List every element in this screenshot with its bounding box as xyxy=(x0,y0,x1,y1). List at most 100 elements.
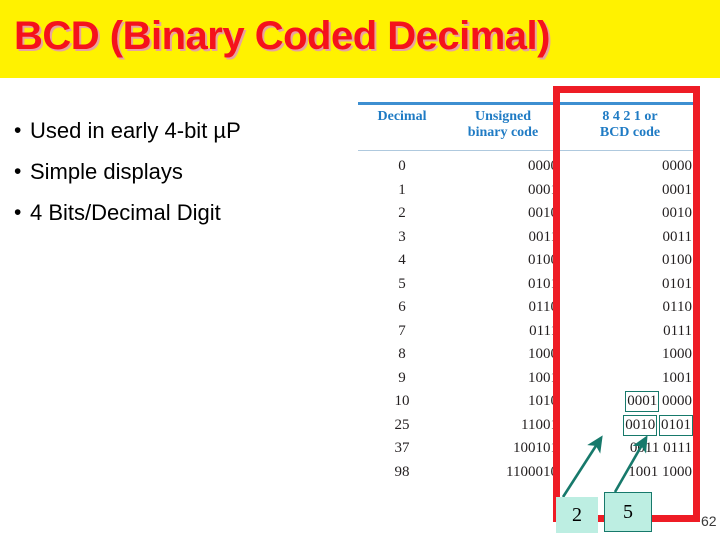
cell-unsigned-binary: 0001 xyxy=(528,181,558,198)
cell-decimal: 25 xyxy=(394,416,410,433)
cell-unsigned-binary: 0011 xyxy=(528,228,558,245)
cell-bcd: 0111 xyxy=(564,320,692,344)
bullet-dot-icon: • xyxy=(14,160,22,183)
table-row: 1 0001 0001 xyxy=(352,179,700,203)
bullet-dot-icon: • xyxy=(14,201,22,224)
table-body: 0 0000 0000 1 0001 0001 2 0010 0010 3 0011 0011 4 010… xyxy=(352,155,700,484)
cell-bcd: 0110 xyxy=(564,296,692,320)
table-top-rule xyxy=(358,102,694,105)
cell-bcd: 0101 xyxy=(564,273,692,297)
table-row: 8 1000 1000 xyxy=(352,343,700,367)
bcd-nibble: 0010 xyxy=(662,205,692,221)
cell-decimal: 8 xyxy=(398,346,406,362)
column-header-bcd-line1: 8 4 2 1 or xyxy=(602,109,658,124)
column-header-bcd-line2: BCD code xyxy=(599,125,661,140)
bcd-nibble: 0011 xyxy=(629,440,660,456)
table-row: 0 0000 0000 xyxy=(352,155,700,179)
bcd-nibble: 1000 xyxy=(662,346,692,362)
cell-bcd: 0011 xyxy=(564,226,692,250)
cell-unsigned-binary: 100101 xyxy=(513,440,558,456)
list-item: • Simple displays xyxy=(14,157,344,187)
table-row: 3 0011 0011 xyxy=(352,226,700,250)
bcd-nibble: 0000 xyxy=(662,393,692,409)
cell-unsigned-binary: 1010 xyxy=(528,393,558,409)
cell-bcd: 0001 0000 xyxy=(564,390,692,414)
list-item-label: Simple displays xyxy=(30,159,183,184)
table-row: 37 100101 0011 0111 xyxy=(352,437,700,461)
table-row: 25 11001 0010 0101 xyxy=(352,414,700,438)
cell-decimal: 6 xyxy=(398,299,406,315)
cell-unsigned-binary: 1000 xyxy=(528,346,558,362)
cell-decimal: 37 xyxy=(394,440,410,456)
callout-units-digit: 5 xyxy=(604,492,652,532)
cell-bcd: 1001 1000 xyxy=(564,461,692,485)
cell-bcd: 1001 xyxy=(564,367,692,391)
list-item: • Used in early 4-bit µP xyxy=(14,116,344,146)
cell-bcd: 0001 xyxy=(564,179,692,203)
cell-decimal: 7 xyxy=(398,322,406,339)
cell-bcd: 0000 xyxy=(564,155,692,179)
table-row: 7 0111 0111 xyxy=(352,320,700,344)
title-banner: BCD (Binary Coded Decimal) xyxy=(0,0,720,78)
bullet-dot-icon: • xyxy=(14,119,22,142)
column-header-unsigned-line1: Unsigned xyxy=(474,109,532,124)
cell-bcd: 1000 xyxy=(564,343,692,367)
cell-unsigned-binary: 0111 xyxy=(529,322,558,339)
list-item-label: 4 Bits/Decimal Digit xyxy=(30,200,221,225)
bcd-nibble: 1000 xyxy=(662,463,692,480)
bcd-nibble: 0100 xyxy=(662,252,692,268)
list-item-label: Used in early 4-bit µP xyxy=(30,118,241,143)
table-row: 2 0010 0010 xyxy=(352,202,700,226)
cell-decimal: 4 xyxy=(398,252,406,268)
cell-unsigned-binary: 0110 xyxy=(528,299,558,315)
bcd-nibble-highlighted: 0101 xyxy=(659,414,693,436)
callout-tens-digit: 2 xyxy=(556,497,598,533)
bcd-nibble-highlighted: 0010 xyxy=(623,414,658,436)
bcd-nibble: 0110 xyxy=(662,299,692,315)
cell-unsigned-binary: 0100 xyxy=(528,252,558,268)
slide-canvas: BCD (Binary Coded Decimal) • Used in ear… xyxy=(0,0,720,540)
cell-bcd: 0010 0101 xyxy=(564,414,693,438)
cell-decimal: 3 xyxy=(398,228,406,245)
page-title: BCD (Binary Coded Decimal) xyxy=(14,14,550,58)
cell-unsigned-binary: 0101 xyxy=(528,275,558,292)
table-row: 6 0110 0110 xyxy=(352,296,700,320)
cell-decimal: 10 xyxy=(394,393,410,409)
cell-decimal: 1 xyxy=(398,181,406,198)
bcd-nibble-highlighted: 0001 xyxy=(625,391,660,412)
table-row: 4 0100 0100 xyxy=(352,249,700,273)
cell-unsigned-binary: 1100010 xyxy=(506,463,558,480)
page-number: 62 xyxy=(701,513,717,529)
cell-decimal: 9 xyxy=(398,369,406,386)
cell-unsigned-binary: 11001 xyxy=(521,416,558,433)
bcd-nibble: 0111 xyxy=(663,322,692,339)
table-header-rule xyxy=(358,150,694,151)
bcd-nibble: 1001 xyxy=(628,463,659,480)
table-row: 98 1100010 1001 1000 xyxy=(352,461,700,485)
bullet-list: • Used in early 4-bit µP • Simple displa… xyxy=(14,116,344,239)
cell-decimal: 0 xyxy=(398,158,406,174)
cell-unsigned-binary: 1001 xyxy=(528,369,558,386)
bcd-conversion-table: Decimal Unsigned binary code 8 4 2 1 or … xyxy=(352,95,700,515)
table-row: 5 0101 0101 xyxy=(352,273,700,297)
cell-unsigned-binary: 0010 xyxy=(528,205,558,221)
cell-decimal: 98 xyxy=(394,463,410,480)
cell-decimal: 5 xyxy=(398,275,406,292)
column-header-unsigned-line2: binary code xyxy=(467,125,539,140)
column-header-bcd: 8 4 2 1 or BCD code xyxy=(568,109,692,141)
column-header-decimal: Decimal xyxy=(360,109,444,125)
bcd-nibble: 0101 xyxy=(662,275,692,292)
cell-bcd: 0100 xyxy=(564,249,692,273)
column-header-decimal-line1: Decimal xyxy=(377,109,427,124)
cell-bcd: 0010 xyxy=(564,202,692,226)
cell-bcd: 0011 0111 xyxy=(564,437,692,461)
bcd-nibble: 0111 xyxy=(663,440,692,456)
bcd-nibble: 0001 xyxy=(662,181,692,198)
list-item: • 4 Bits/Decimal Digit xyxy=(14,198,344,228)
table-row: 10 1010 0001 0000 xyxy=(352,390,700,414)
column-header-unsigned-binary: Unsigned binary code xyxy=(448,109,558,141)
cell-decimal: 2 xyxy=(398,205,406,221)
table-row: 9 1001 1001 xyxy=(352,367,700,391)
bcd-nibble: 0000 xyxy=(662,158,692,174)
bcd-nibble: 0011 xyxy=(662,228,692,245)
